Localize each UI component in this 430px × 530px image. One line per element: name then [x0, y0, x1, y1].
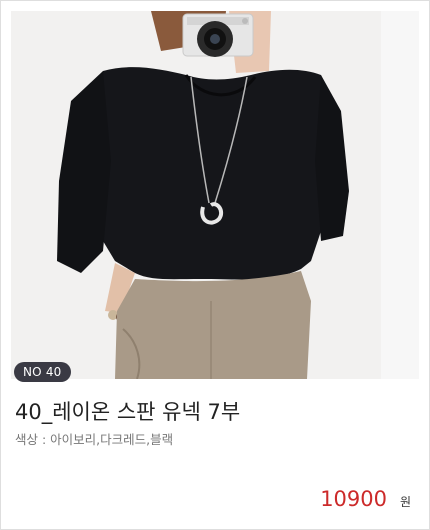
product-color-options: 색상 : 아이보리,다크레드,블랙 — [15, 432, 174, 447]
product-photo-illustration — [11, 11, 419, 379]
product-card[interactable]: NO 40 40_레이온 스판 유넥 7부 색상 : 아이보리,다크레드,블랙 … — [0, 0, 430, 530]
price-currency: 원 — [399, 495, 411, 509]
product-price: 10900 — [320, 487, 387, 511]
product-title[interactable]: 40_레이온 스판 유넥 7부 — [15, 396, 240, 426]
product-image[interactable] — [11, 11, 419, 379]
product-number-badge: NO 40 — [14, 362, 71, 382]
